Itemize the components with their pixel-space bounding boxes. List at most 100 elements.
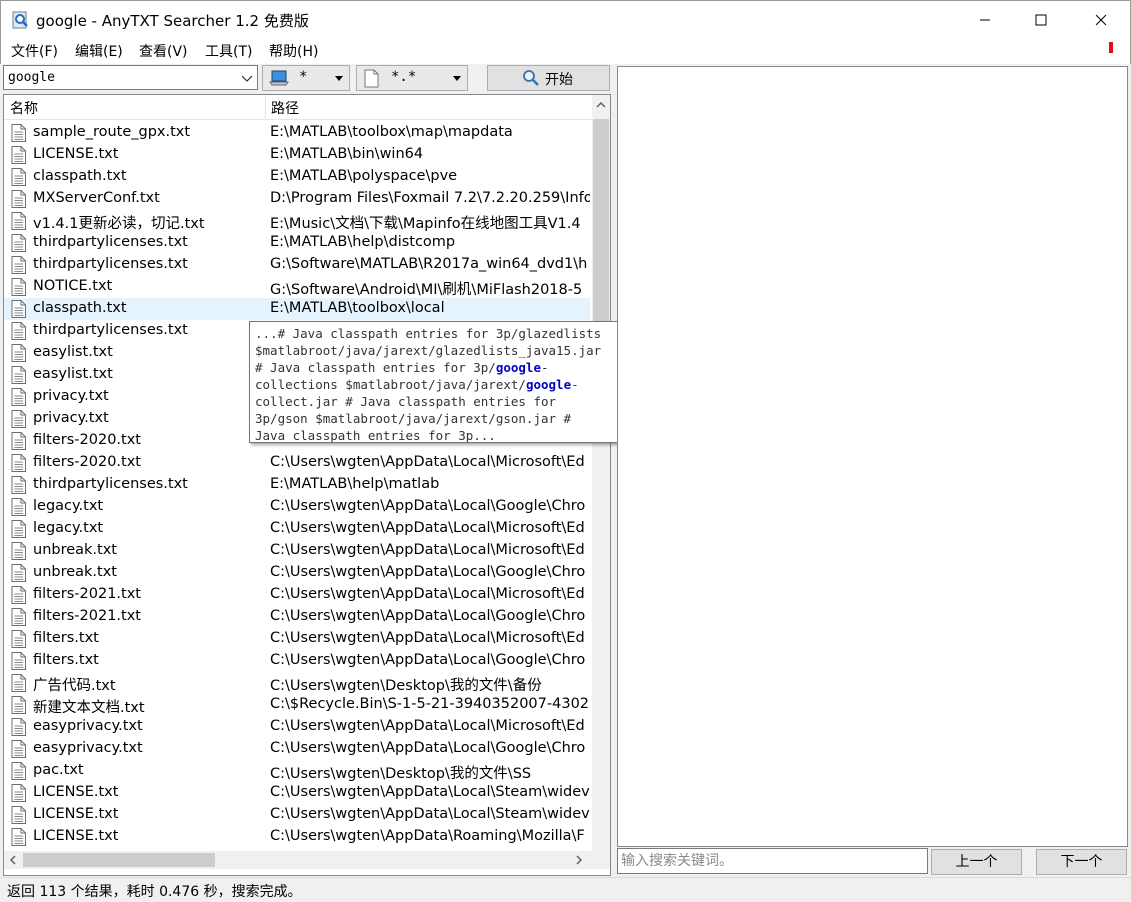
column-header-path[interactable]: 路径 <box>271 98 299 118</box>
table-row[interactable]: filters-2021.txt C:\Users\wgten\AppData\L… <box>4 584 590 606</box>
chevron-down-icon[interactable] <box>239 70 255 86</box>
scroll-right-icon[interactable] <box>570 851 588 869</box>
file-name: classpath.txt <box>33 300 127 316</box>
file-path: C:\Users\wgten\AppData\Roaming\Mozilla\F <box>270 828 585 844</box>
table-row[interactable]: LICENSE.txt C:\Users\wgten\AppData\Local\… <box>4 804 590 826</box>
file-path: E:\Music\文档\下载\Mapinfo在线地图工具V1.4 <box>270 216 581 232</box>
table-row[interactable]: 广告代码.txt C:\Users\wgten\Desktop\我的文件\备份 <box>4 672 590 694</box>
scroll-left-icon[interactable] <box>4 851 22 869</box>
file-name: pac.txt <box>33 762 84 778</box>
text-file-icon <box>11 520 27 542</box>
text-file-icon <box>11 784 27 806</box>
filetype-dropdown[interactable]: *.* <box>356 65 468 91</box>
file-path: C:\Users\wgten\AppData\Local\Google\Chro <box>270 652 586 668</box>
file-name: easylist.txt <box>33 344 113 360</box>
file-name: filters-2021.txt <box>33 608 141 624</box>
dropdown-arrow-icon <box>335 76 343 81</box>
file-path: C:\Users\wgten\AppData\Local\Microsoft\E… <box>270 520 585 536</box>
text-file-icon <box>11 432 27 454</box>
table-row[interactable]: LICENSE.txt E:\MATLAB\bin\win64 <box>4 144 590 166</box>
window-title: google - AnyTXT Searcher 1.2 免费版 <box>36 12 309 30</box>
column-header-name[interactable]: 名称 <box>10 98 38 118</box>
table-row[interactable]: thirdpartylicenses.txt E:\MATLAB\help\dis… <box>4 232 590 254</box>
menu-help[interactable]: 帮助(H) <box>269 41 318 61</box>
table-row[interactable]: filters-2021.txt C:\Users\wgten\AppData\L… <box>4 606 590 628</box>
file-name: MXServerConf.txt <box>33 190 160 206</box>
file-name: filters-2020.txt <box>33 432 141 448</box>
table-row[interactable]: v1.4.1更新必读，切记.txt E:\Music\文档\下载\Mapinfo在… <box>4 210 590 232</box>
file-path: C:\$Recycle.Bin\S-1-5-21-3940352007-4302… <box>270 696 590 712</box>
table-row[interactable]: classpath.txt E:\MATLAB\toolbox\local <box>4 298 590 320</box>
keyword-highlight: google <box>495 360 541 375</box>
file-name: thirdpartylicenses.txt <box>33 322 188 338</box>
text-file-icon <box>11 652 27 674</box>
table-row[interactable]: legacy.txt C:\Users\wgten\AppData\Local\G… <box>4 496 590 518</box>
text-file-icon <box>11 630 27 652</box>
file-name: LICENSE.txt <box>33 828 119 844</box>
table-row[interactable]: filters-2020.txt C:\Users\wgten\AppData\L… <box>4 452 590 474</box>
title-bar[interactable]: google - AnyTXT Searcher 1.2 免费版 <box>0 0 1131 38</box>
text-file-icon <box>11 542 27 564</box>
drive-dropdown[interactable]: * <box>262 65 350 91</box>
maximize-button[interactable] <box>1013 1 1069 39</box>
table-row[interactable]: sample_route_gpx.txt E:\MATLAB\toolbox\ma… <box>4 122 590 144</box>
previous-match-button[interactable]: 上一个 <box>931 849 1022 875</box>
file-path: E:\MATLAB\polyspace\pve <box>270 168 458 184</box>
next-match-button[interactable]: 下一个 <box>1036 849 1127 875</box>
file-path: C:\Users\wgten\AppData\Local\Google\Chro <box>270 564 586 580</box>
file-path: C:\Users\wgten\Desktop\我的文件\备份 <box>270 678 542 694</box>
menu-tools[interactable]: 工具(T) <box>205 41 252 61</box>
table-row[interactable]: filters.txt C:\Users\wgten\AppData\Local\… <box>4 628 590 650</box>
table-row[interactable]: legacy.txt C:\Users\wgten\AppData\Local\M… <box>4 518 590 540</box>
keyword-highlight: google <box>525 377 572 392</box>
file-path: G:\Software\Android\MI\刷机\MiFlash2018-5 <box>270 282 583 298</box>
file-name: filters-2020.txt <box>33 454 141 470</box>
menu-view[interactable]: 查看(V) <box>139 41 188 61</box>
table-row[interactable]: unbreak.txt C:\Users\wgten\AppData\Local\… <box>4 562 590 584</box>
file-path: C:\Users\wgten\AppData\Local\Microsoft\E… <box>270 454 585 470</box>
text-file-icon <box>11 762 27 784</box>
file-name: classpath.txt <box>33 168 127 184</box>
preview-panel[interactable] <box>617 66 1128 847</box>
horizontal-scrollbar[interactable] <box>4 851 592 869</box>
start-label: 开始 <box>545 72 573 88</box>
search-combobox[interactable] <box>3 65 258 90</box>
table-row[interactable]: LICENSE.txt C:\Users\wgten\AppData\Local\… <box>4 782 590 804</box>
table-row[interactable]: classpath.txt E:\MATLAB\polyspace\pve <box>4 166 590 188</box>
close-button[interactable] <box>1073 1 1129 39</box>
results-list[interactable]: 名称 路径 sample_route_gpx.txt E:\MATLAB\tool… <box>3 94 611 876</box>
table-row[interactable]: pac.txt C:\Users\wgten\Desktop\我的文件\SS <box>4 760 590 782</box>
minimize-button[interactable] <box>957 1 1013 39</box>
horizontal-scroll-thumb[interactable] <box>23 853 215 867</box>
start-search-button[interactable]: 开始 <box>487 65 610 91</box>
table-row[interactable]: thirdpartylicenses.txt E:\MATLAB\help\mat… <box>4 474 590 496</box>
table-row[interactable]: easyprivacy.txt C:\Users\wgten\AppData\Lo… <box>4 716 590 738</box>
table-row[interactable]: unbreak.txt C:\Users\wgten\AppData\Local\… <box>4 540 590 562</box>
search-input[interactable] <box>4 66 234 89</box>
table-row[interactable]: thirdpartylicenses.txt G:\Software\MATLAB… <box>4 254 590 276</box>
file-path: C:\Users\wgten\AppData\Local\Steam\widev <box>270 784 590 800</box>
table-row[interactable]: easyprivacy.txt C:\Users\wgten\AppData\Lo… <box>4 738 590 760</box>
keyword-search-input[interactable] <box>617 848 928 874</box>
column-divider[interactable] <box>265 95 266 120</box>
table-row[interactable]: NOTICE.txt G:\Software\Android\MI\刷机\MiFl… <box>4 276 590 298</box>
menu-edit[interactable]: 编辑(E) <box>75 41 123 61</box>
scroll-up-icon[interactable] <box>592 95 610 115</box>
file-name: privacy.txt <box>33 388 109 404</box>
dropdown-arrow-icon <box>453 76 461 81</box>
file-name: filters-2021.txt <box>33 586 141 602</box>
file-path: C:\Users\wgten\AppData\Local\Google\Chro <box>270 498 586 514</box>
table-row[interactable]: LICENSE.txt C:\Users\wgten\AppData\Roamin… <box>4 826 590 848</box>
table-row[interactable]: filters.txt C:\Users\wgten\AppData\Local\… <box>4 650 590 672</box>
file-name: thirdpartylicenses.txt <box>33 256 188 272</box>
text-file-icon <box>11 476 27 498</box>
vertical-scrollbar[interactable] <box>592 95 610 851</box>
file-path: C:\Users\wgten\AppData\Local\Microsoft\E… <box>270 586 585 602</box>
menu-bar: 文件(F) 编辑(E) 查看(V) 工具(T) 帮助(H) <box>0 38 1131 64</box>
file-name: unbreak.txt <box>33 542 117 558</box>
table-row[interactable]: MXServerConf.txt D:\Program Files\Foxmail… <box>4 188 590 210</box>
table-row[interactable]: 新建文本文档.txt C:\$Recycle.Bin\S-1-5-21-39403… <box>4 694 590 716</box>
file-path: E:\MATLAB\toolbox\map\mapdata <box>270 124 513 140</box>
file-path: C:\Users\wgten\AppData\Local\Steam\widev <box>270 806 590 822</box>
menu-file[interactable]: 文件(F) <box>11 41 58 61</box>
